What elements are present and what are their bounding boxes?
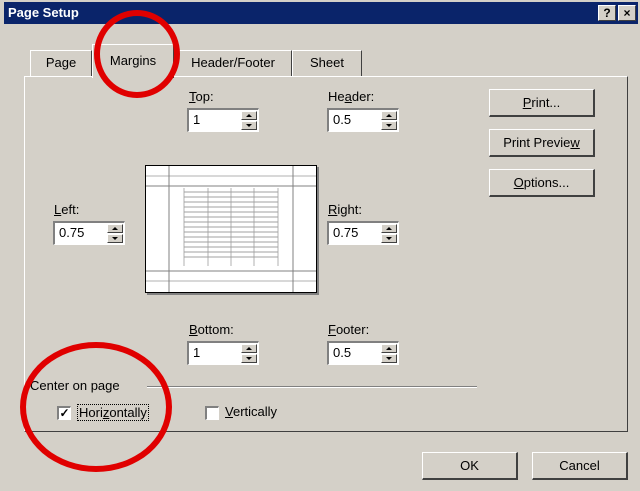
annotation-circle-margins bbox=[94, 10, 180, 98]
cancel-button[interactable]: Cancel bbox=[532, 452, 628, 480]
left-spinbox[interactable]: 0.75 bbox=[53, 221, 125, 245]
spin-down-icon[interactable] bbox=[381, 121, 397, 130]
spin-down-icon[interactable] bbox=[241, 354, 257, 363]
right-spinbox[interactable]: 0.75 bbox=[327, 221, 399, 245]
tab-page[interactable]: Page bbox=[30, 50, 92, 76]
spin-down-icon[interactable] bbox=[107, 234, 123, 243]
spin-down-icon[interactable] bbox=[241, 121, 257, 130]
title-bar[interactable]: Page Setup ? × bbox=[4, 2, 638, 24]
spin-up-icon[interactable] bbox=[107, 224, 123, 233]
left-label: Left: bbox=[54, 202, 80, 217]
right-label: Right: bbox=[328, 202, 362, 217]
options-button[interactable]: Options... bbox=[489, 169, 595, 197]
close-button[interactable]: × bbox=[618, 5, 636, 21]
header-label: Header: bbox=[328, 89, 375, 104]
ok-button[interactable]: OK bbox=[422, 452, 518, 480]
top-label: Top: bbox=[189, 89, 214, 104]
header-value: 0.5 bbox=[333, 112, 352, 127]
page-setup-dialog: Page Setup ? × Page Margins Header/Foote… bbox=[0, 0, 640, 491]
top-value: 1 bbox=[193, 112, 201, 127]
bottom-label: Bottom: bbox=[189, 322, 234, 337]
page-preview-graphic bbox=[146, 166, 316, 292]
bottom-spinbox[interactable]: 1 bbox=[187, 341, 259, 365]
left-value: 0.75 bbox=[59, 225, 85, 240]
footer-value: 0.5 bbox=[333, 345, 352, 360]
tab-header-footer[interactable]: Header/Footer bbox=[174, 50, 292, 76]
spin-up-icon[interactable] bbox=[381, 111, 397, 120]
vertically-checkbox[interactable] bbox=[205, 406, 219, 420]
print-button[interactable]: Print... bbox=[489, 89, 595, 117]
group-divider bbox=[147, 386, 477, 388]
spin-down-icon[interactable] bbox=[381, 354, 397, 363]
footer-label: Footer: bbox=[328, 322, 370, 337]
annotation-circle-horizontally bbox=[20, 342, 172, 472]
footer-spinbox[interactable]: 0.5 bbox=[327, 341, 399, 365]
vertically-label[interactable]: Vertically bbox=[225, 404, 277, 419]
spin-up-icon[interactable] bbox=[241, 111, 257, 120]
window-title: Page Setup bbox=[8, 5, 79, 20]
header-spinbox[interactable]: 0.5 bbox=[327, 108, 399, 132]
help-button[interactable]: ? bbox=[598, 5, 616, 21]
spin-up-icon[interactable] bbox=[381, 224, 397, 233]
print-preview-button[interactable]: Print Preview bbox=[489, 129, 595, 157]
tab-sheet[interactable]: Sheet bbox=[292, 50, 362, 76]
right-value: 0.75 bbox=[333, 225, 359, 240]
spin-up-icon[interactable] bbox=[241, 344, 257, 353]
bottom-value: 1 bbox=[193, 345, 201, 360]
top-spinbox[interactable]: 1 bbox=[187, 108, 259, 132]
page-preview bbox=[145, 165, 317, 293]
spin-down-icon[interactable] bbox=[381, 234, 397, 243]
spin-up-icon[interactable] bbox=[381, 344, 397, 353]
